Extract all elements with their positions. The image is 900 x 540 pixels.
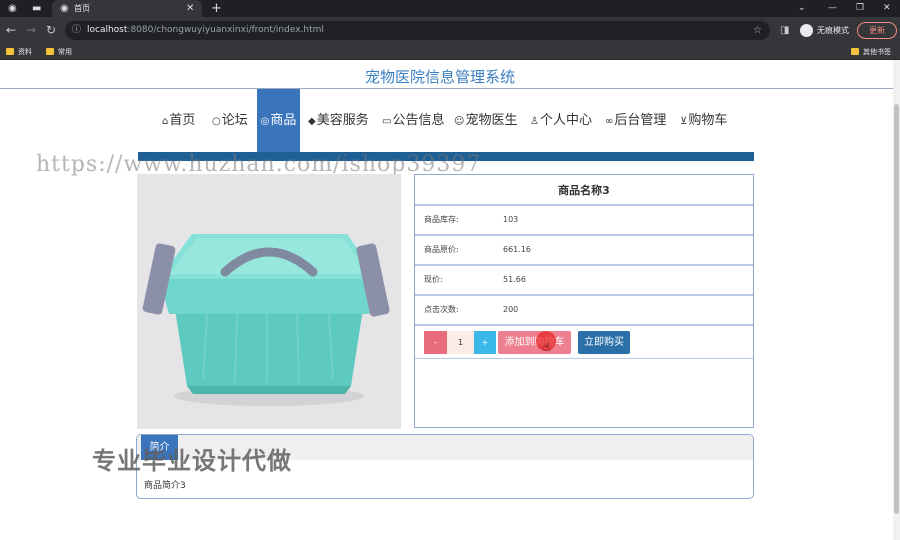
tab-close-icon[interactable]: ✕ bbox=[186, 0, 194, 17]
cart-icon: ⊻ bbox=[680, 116, 688, 127]
page-scrollbar[interactable] bbox=[893, 60, 900, 540]
forward-icon[interactable]: → bbox=[26, 17, 36, 44]
nav-item-products[interactable]: ◎商品 bbox=[257, 89, 300, 152]
table-row: 商品库存: 103 bbox=[415, 206, 753, 236]
nav-item-admin[interactable]: ∞后台管理 bbox=[605, 89, 666, 152]
buy-now-button[interactable]: 立即购买 bbox=[578, 331, 630, 354]
beauty-icon: ◆ bbox=[308, 116, 316, 127]
forum-icon: ○ bbox=[212, 116, 221, 127]
window-close-icon[interactable]: ✕ bbox=[883, 0, 891, 17]
product-info-table: 商品名称3 商品库存: 103 商品原价: 661.16 现价: 51.66 点… bbox=[414, 174, 754, 428]
link-icon: ∞ bbox=[605, 116, 614, 127]
tab-title: 首页 bbox=[74, 4, 90, 13]
nav-item-home[interactable]: ⌂首页 bbox=[162, 89, 195, 152]
doctor-icon: ☺ bbox=[454, 116, 465, 127]
bookmark-folder-ziliao[interactable]: 资料 bbox=[6, 44, 32, 60]
table-row: 点击次数: 200 bbox=[415, 296, 753, 326]
tab-search-icon[interactable]: ▬ bbox=[32, 0, 41, 17]
url-bar[interactable]: ⓘ localhost:8080/chongwuyiyuanxinxi/fron… bbox=[65, 21, 770, 40]
tab-favicon-icon: ◉ bbox=[60, 3, 69, 14]
url-text[interactable]: localhost:8080/chongwuyiyuanxinxi/front/… bbox=[87, 21, 324, 40]
quantity-increase-button[interactable]: + bbox=[474, 331, 496, 354]
watermark-text: 专业毕业设计代做 bbox=[92, 447, 292, 475]
browser-menu-icon[interactable]: ◉ bbox=[8, 0, 17, 17]
incognito-label: 无痕模式 bbox=[817, 26, 849, 35]
scrollbar-thumb[interactable] bbox=[894, 104, 899, 514]
quantity-input[interactable]: 1 bbox=[447, 331, 474, 354]
other-bookmarks[interactable]: 其他书签 bbox=[851, 44, 891, 60]
address-toolbar: ← → ↻ ⓘ localhost:8080/chongwuyiyuanxinx… bbox=[0, 17, 900, 44]
back-icon[interactable]: ← bbox=[6, 17, 16, 44]
update-button[interactable]: 更新 bbox=[857, 22, 897, 39]
current-price-label: 现价: bbox=[424, 275, 443, 284]
nav-item-beauty[interactable]: ◆美容服务 bbox=[308, 89, 369, 152]
bookmarks-bar: 资料 常用 其他书签 bbox=[0, 44, 900, 60]
tab-list-icon[interactable]: ⌄ bbox=[798, 0, 806, 17]
table-row: 商品原价: 661.16 bbox=[415, 236, 753, 266]
user-icon: ♙ bbox=[530, 116, 539, 127]
folder-icon bbox=[6, 48, 14, 55]
browser-tab-bar: ◉ ▬ ◉ 首页 ✕ + ⌄ — ❐ ✕ bbox=[0, 0, 900, 17]
stock-value: 103 bbox=[503, 215, 519, 224]
bookmark-star-icon[interactable]: ☆ bbox=[753, 21, 762, 40]
original-price-label: 商品原价: bbox=[424, 245, 459, 254]
folder-icon bbox=[46, 48, 54, 55]
nav-item-forum[interactable]: ○论坛 bbox=[212, 89, 248, 152]
side-panel-icon[interactable]: ◨ bbox=[780, 17, 789, 44]
nav-item-notice[interactable]: ▭公告信息 bbox=[382, 89, 444, 152]
table-row: 现价: 51.66 bbox=[415, 266, 753, 296]
incognito-icon bbox=[800, 24, 813, 37]
title-divider bbox=[0, 88, 893, 89]
restore-icon[interactable]: ❐ bbox=[856, 0, 864, 17]
reload-icon[interactable]: ↻ bbox=[46, 17, 56, 44]
site-info-icon[interactable]: ⓘ bbox=[72, 21, 81, 40]
stock-label: 商品库存: bbox=[424, 215, 459, 224]
quantity-decrease-button[interactable]: - bbox=[424, 331, 447, 354]
new-tab-icon[interactable]: + bbox=[211, 0, 222, 17]
nav-item-doctor[interactable]: ☺宠物医生 bbox=[454, 89, 517, 152]
folder-icon bbox=[851, 48, 859, 55]
add-to-cart-button[interactable]: 添加到购物车 bbox=[498, 331, 571, 354]
hand-cursor-icon: ☝ bbox=[543, 340, 551, 354]
site-title: 宠物医院信息管理系统 bbox=[364, 68, 515, 86]
bookmark-folder-changyong[interactable]: 常用 bbox=[46, 44, 72, 60]
product-name: 商品名称3 bbox=[415, 175, 753, 206]
minimize-icon[interactable]: — bbox=[828, 0, 837, 17]
purchase-actions: - 1 + 添加到购物车 ☝ 立即购买 bbox=[415, 326, 753, 359]
clicks-label: 点击次数: bbox=[424, 305, 459, 314]
notice-icon: ▭ bbox=[382, 116, 392, 127]
original-price-value: 661.16 bbox=[503, 245, 531, 254]
page-content: 宠物医院信息管理系统 ⌂首页 ○论坛 ◎商品 ◆美容服务 ▭公告信息 ☺宠物医生… bbox=[0, 60, 893, 540]
home-icon: ⌂ bbox=[162, 116, 169, 127]
clicks-value: 200 bbox=[503, 305, 519, 314]
products-icon: ◎ bbox=[260, 116, 270, 127]
nav-item-profile[interactable]: ♙个人中心 bbox=[530, 89, 592, 152]
product-image bbox=[137, 174, 401, 429]
intro-text: 商品简介3 bbox=[144, 481, 186, 491]
storage-box-illustration bbox=[137, 174, 401, 429]
current-price-value: 51.66 bbox=[503, 275, 526, 284]
nav-item-cart[interactable]: ⊻购物车 bbox=[680, 89, 727, 152]
